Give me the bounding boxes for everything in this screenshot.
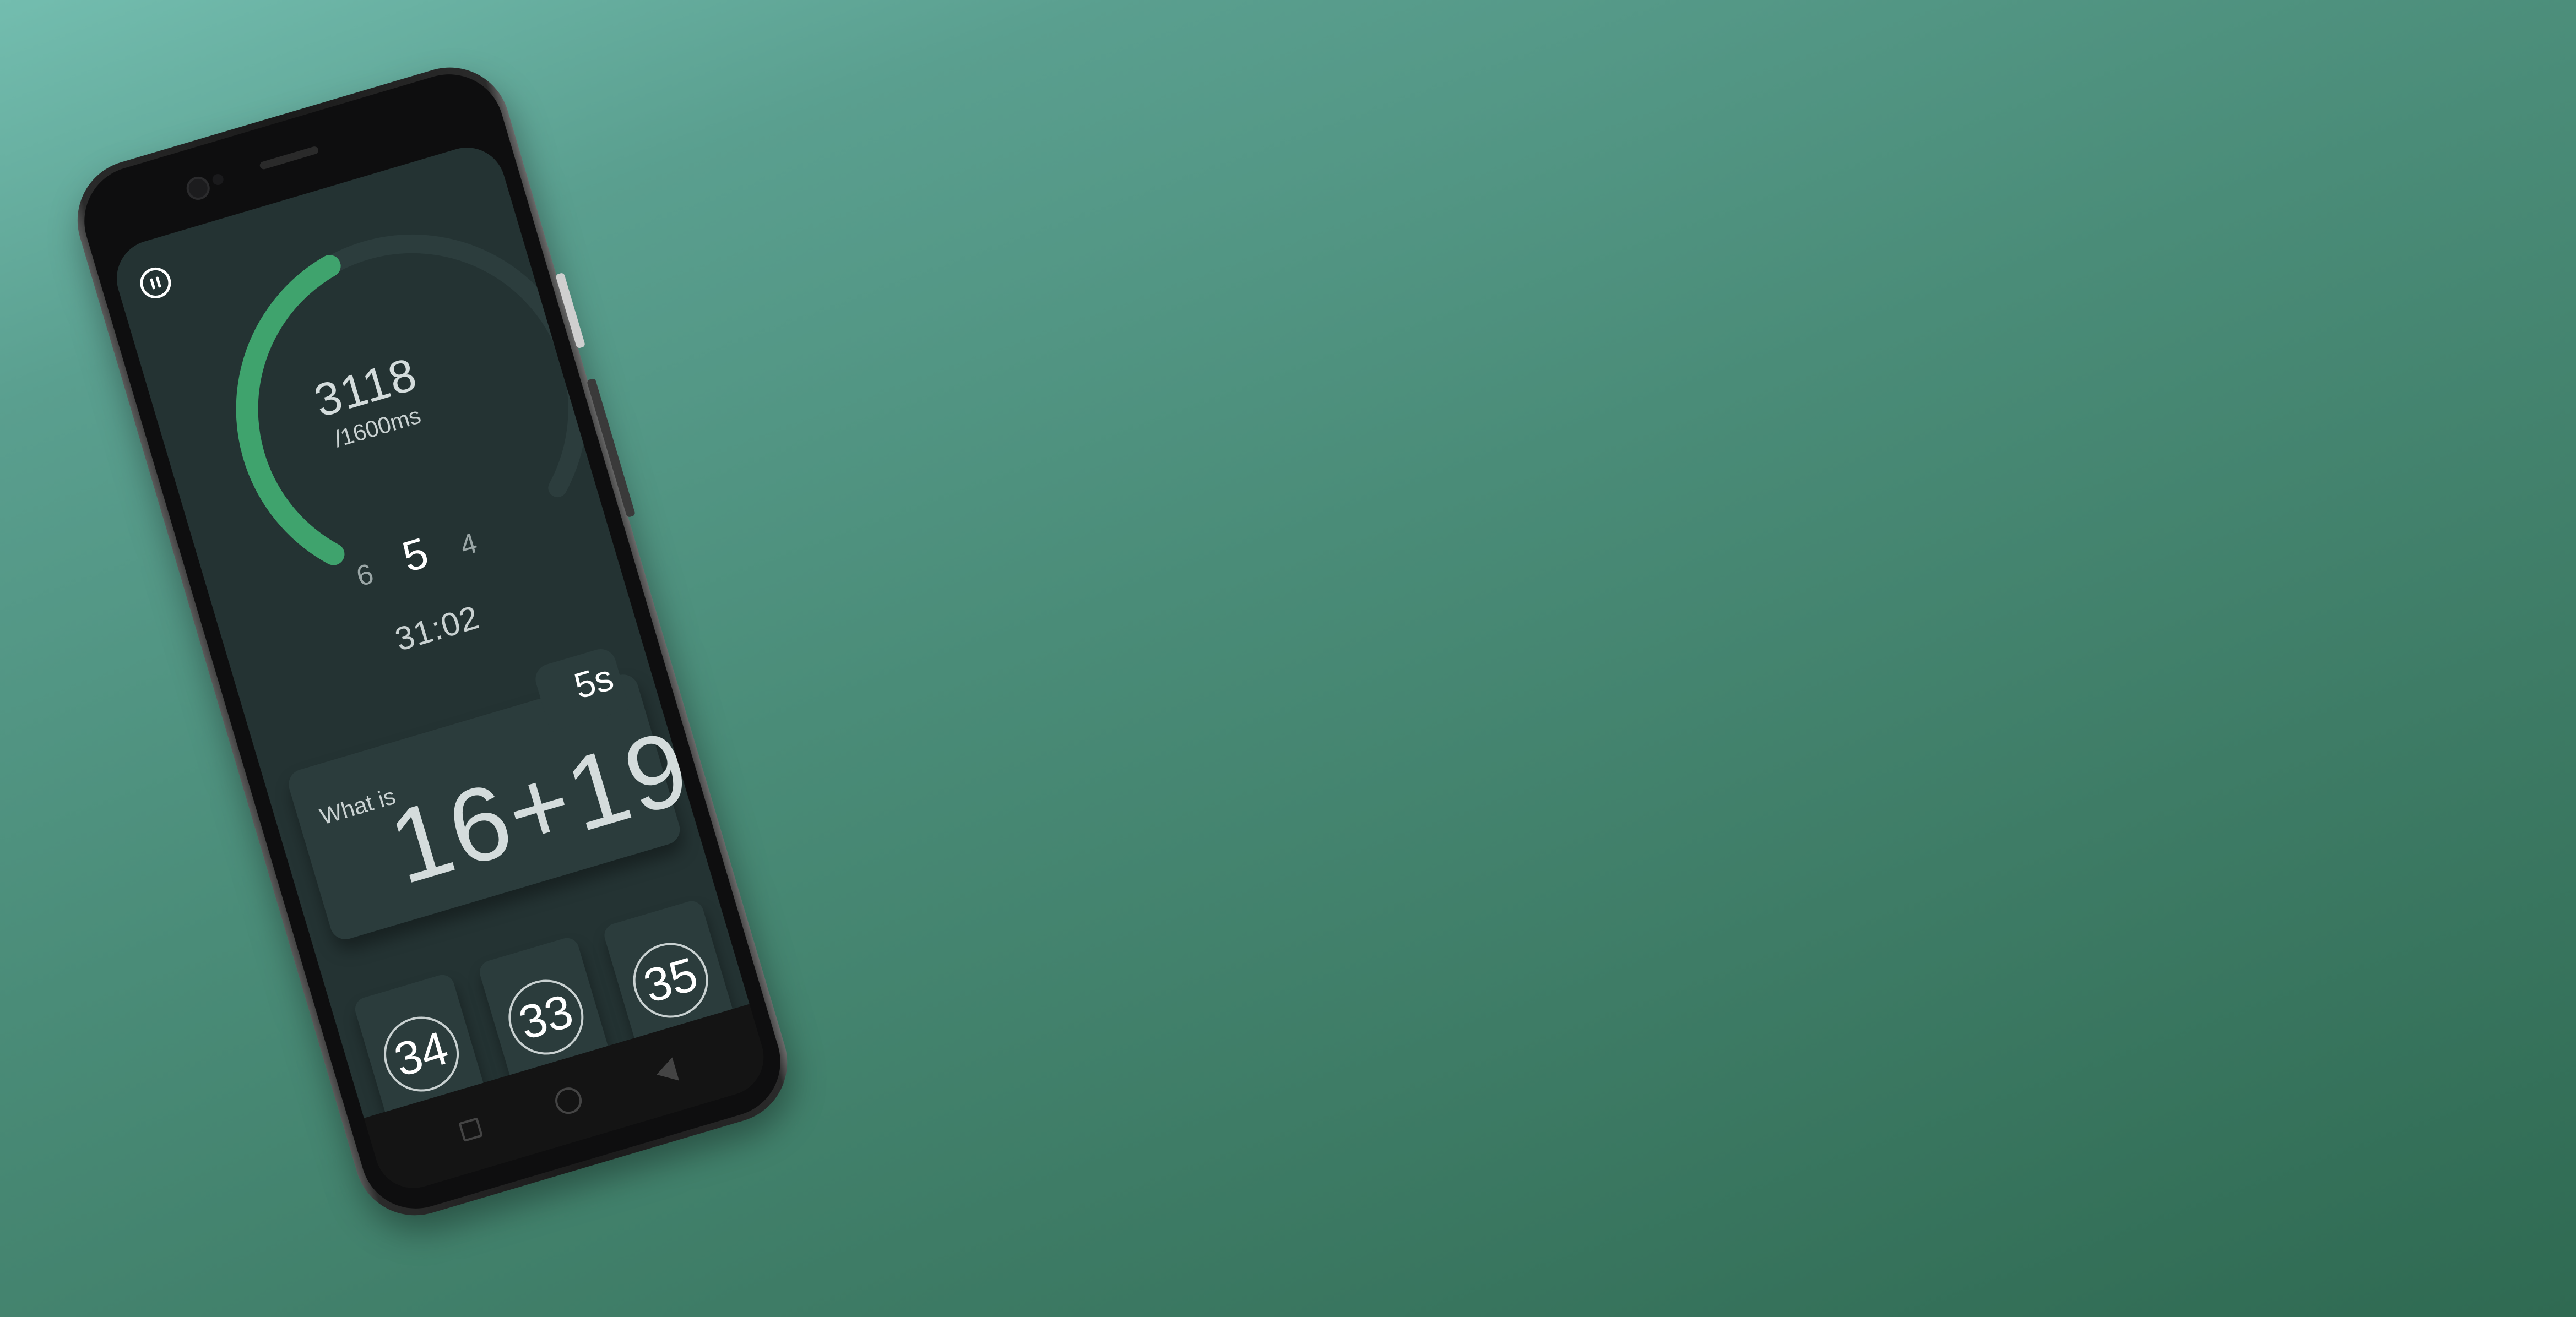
triangle-back-icon[interactable]	[653, 1057, 680, 1086]
pause-bar-right	[155, 276, 161, 288]
question-expression: 16+19	[377, 708, 703, 907]
answer-value: 34	[375, 1008, 468, 1101]
square-icon[interactable]	[458, 1117, 483, 1142]
circle-icon[interactable]	[552, 1084, 585, 1118]
answer-value: 35	[624, 933, 718, 1027]
phone-device: 3118 /1600ms 6 5 4 31:02 5s What is 16+1…	[63, 52, 802, 1231]
answer-value: 33	[499, 970, 593, 1064]
level-previous[interactable]: 6	[352, 557, 377, 594]
pause-bar-left	[149, 278, 156, 290]
level-current[interactable]: 5	[397, 527, 434, 583]
question-card: 5s What is 16+19	[285, 645, 703, 943]
level-next[interactable]: 4	[457, 526, 481, 563]
